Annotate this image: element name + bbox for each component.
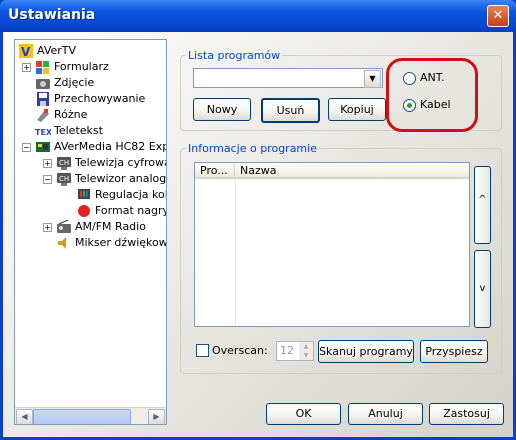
program-list-legend: Lista programów bbox=[188, 49, 281, 62]
expand-icon[interactable]: + bbox=[43, 159, 52, 168]
record-icon bbox=[76, 204, 92, 218]
tree-horizontal-scrollbar[interactable]: ◀ ▶ bbox=[15, 407, 166, 424]
text-icon: TEXT bbox=[35, 124, 58, 138]
delete-button[interactable]: Usuń bbox=[261, 98, 320, 123]
column-divider bbox=[235, 179, 236, 326]
svg-text:TEXT: TEXT bbox=[35, 128, 51, 137]
expand-icon[interactable]: + bbox=[22, 63, 31, 72]
device-icon bbox=[35, 140, 51, 154]
apply-button[interactable]: Zastosuj bbox=[429, 403, 504, 425]
scroll-left-icon[interactable]: ◀ bbox=[16, 409, 33, 424]
overscan-label: Overscan: bbox=[212, 344, 268, 357]
tree-item-zdjecie[interactable]: Zdjęcie bbox=[35, 75, 94, 91]
tree-item-mikser-dzwiekowy[interactable]: Mikser dźwiękowy bbox=[56, 235, 166, 251]
settings-window: Ustawiania ✕ V AVerTV + Formularz Zdjęcie… bbox=[0, 0, 516, 440]
tree-item-telewizor-analogowy[interactable]: CH Telewizor analogo bbox=[56, 171, 166, 187]
tree-item-formularz[interactable]: Formularz bbox=[35, 59, 109, 75]
tv-icon: CH bbox=[56, 156, 72, 170]
scrollbar-thumb[interactable] bbox=[33, 409, 131, 424]
window-title: Ustawiania bbox=[8, 7, 96, 23]
tree-item-regulacja-koloru[interactable]: Regulacja kol bbox=[76, 187, 166, 203]
chevron-down-icon[interactable]: ▼ bbox=[364, 70, 381, 88]
svg-text:CH: CH bbox=[59, 159, 69, 167]
program-info-legend: Informacje o programie bbox=[188, 142, 317, 155]
misc-icon bbox=[35, 108, 51, 122]
tree-item-am-fm-radio[interactable]: AM/FM Radio bbox=[56, 219, 146, 235]
speaker-icon bbox=[56, 236, 72, 250]
color-icon bbox=[76, 188, 92, 202]
tree-item-telewizja-cyfrowa[interactable]: CH Telewizja cyfrowa bbox=[56, 155, 166, 171]
new-button[interactable]: Nowy bbox=[193, 98, 251, 121]
move-down-button[interactable]: v bbox=[474, 250, 491, 328]
radio-icon bbox=[56, 219, 72, 234]
svg-text:CH: CH bbox=[59, 175, 69, 183]
column-header-program[interactable]: Pro... bbox=[195, 163, 235, 179]
title-bar[interactable]: Ustawiania ✕ bbox=[0, 0, 516, 32]
close-button[interactable]: ✕ bbox=[487, 5, 509, 27]
settings-tree: V AVerTV + Formularz Zdjęcie Przechowywan… bbox=[14, 39, 167, 425]
collapse-icon[interactable]: − bbox=[22, 143, 31, 152]
copy-button[interactable]: Kopiuj bbox=[328, 98, 386, 121]
form-icon bbox=[35, 60, 51, 74]
scan-programs-button[interactable]: Skanuj programy bbox=[318, 340, 414, 363]
camera-icon bbox=[35, 76, 51, 90]
collapse-icon[interactable]: − bbox=[43, 175, 52, 184]
program-list-view[interactable]: Pro... Nazwa bbox=[194, 162, 470, 327]
spin-up-icon[interactable]: ▲ bbox=[299, 342, 313, 351]
tree-item-teletekst[interactable]: TEXTTeletekst bbox=[35, 123, 103, 139]
tree-item-przechowywanie[interactable]: Przechowywanie bbox=[35, 91, 145, 107]
highlight-ring bbox=[386, 58, 478, 132]
tree-item-rozne[interactable]: Różne bbox=[35, 107, 87, 123]
avertv-icon: V bbox=[18, 44, 34, 59]
overscan-spinner[interactable]: 12 ▲ ▼ bbox=[276, 341, 314, 361]
tree-item-format-nagrywania[interactable]: Format nagryw bbox=[76, 203, 166, 219]
tree-item-avermedia[interactable]: AVerMedia HC82 Exp bbox=[35, 139, 166, 155]
tv-icon: CH bbox=[56, 172, 72, 186]
svg-text:V: V bbox=[21, 45, 31, 58]
tree-item-avertv[interactable]: V AVerTV bbox=[18, 43, 76, 59]
move-up-button[interactable]: ^ bbox=[474, 166, 491, 244]
expand-icon[interactable]: + bbox=[43, 223, 52, 232]
scroll-right-icon[interactable]: ▶ bbox=[148, 409, 165, 424]
program-combobox[interactable]: ▼ bbox=[193, 68, 383, 88]
spin-down-icon[interactable]: ▼ bbox=[299, 351, 313, 360]
overscan-checkbox[interactable] bbox=[196, 344, 209, 357]
cancel-button[interactable]: Anuluj bbox=[348, 403, 423, 425]
overscan-value: 12 bbox=[280, 344, 294, 357]
ok-button[interactable]: OK bbox=[266, 403, 341, 425]
column-header-name[interactable]: Nazwa bbox=[235, 163, 469, 179]
speed-up-button[interactable]: Przyspiesz bbox=[420, 340, 488, 363]
disk-icon bbox=[35, 92, 51, 106]
